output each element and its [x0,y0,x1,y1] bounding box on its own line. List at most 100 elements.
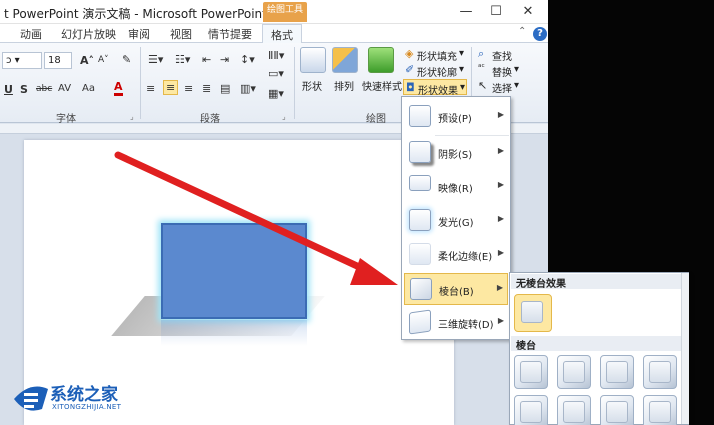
menu-item-shadow[interactable]: 阴影(S) ▶ [404,137,508,169]
help-icon[interactable]: ? [533,27,547,41]
select-icon[interactable]: ↖ [478,79,487,92]
bevel-icon [410,278,432,300]
tab-format[interactable]: 格式 [262,24,302,44]
tab-view[interactable]: 视图 [170,26,192,42]
numbering-icon[interactable]: ☷▾ [175,53,190,66]
increase-indent-icon[interactable]: ⇥ [220,53,229,66]
no-bevel-preview [521,301,543,323]
menu-item-label: 预设(P) [438,114,472,125]
tab-slideshow[interactable]: 幻灯片放映 [61,26,116,42]
logo-bar [24,399,38,402]
bevel-preview [520,401,542,423]
shapes-icon[interactable] [300,47,326,73]
bevel-option-relaxed-inset[interactable] [557,355,591,389]
align-text-icon[interactable]: ▭▾ [268,67,284,80]
shape-effects-menu: 预设(P) ▶ 阴影(S) ▶ 映像(R) ▶ 发光(G) ▶ 柔化边缘(E) … [401,96,511,340]
paragraph-dialog-launcher-icon[interactable]: ⌟ [282,112,286,121]
tab-storyboard[interactable]: 情节提要 [208,26,252,42]
bevel-option-slope[interactable] [643,395,677,425]
3d-rotation-icon [409,309,431,335]
selected-rectangle-shape[interactable] [161,223,307,319]
font-dialog-launcher-icon[interactable]: ⌟ [130,112,134,121]
ribbon-tabs: 动画 幻灯片放映 审阅 视图 情节提要 格式 [0,24,548,44]
bevel-option-circle[interactable] [514,355,548,389]
menu-item-glow[interactable]: 发光(G) ▶ [404,205,508,237]
shape-fill-icon[interactable]: ◈ [405,47,413,60]
quick-styles-label[interactable]: 快速样式 [362,78,402,93]
bevel-preview [606,401,628,423]
menu-item-3d-rotation[interactable]: 三维旋转(D) ▶ [404,307,508,339]
shape-outline-icon[interactable]: ✐ [405,63,414,76]
menu-item-label: 映像(R) [438,184,473,195]
bevel-option-soft-round[interactable] [557,395,591,425]
bevel-option-cool-slant[interactable] [643,355,677,389]
bevel-preview [606,361,628,383]
char-spacing-button[interactable]: AV [58,83,71,94]
glow-icon [409,209,431,231]
strikethrough-button[interactable]: abc [36,84,52,94]
justify-icon[interactable]: ≣ [202,82,211,95]
select-label[interactable]: 选择 [492,80,512,95]
shadow-icon [409,141,431,163]
bullets-icon[interactable]: ☰▾ [148,53,163,66]
arrange-icon[interactable] [332,47,358,73]
drawing-tools-context-tab[interactable]: 绘图工具 [263,2,307,22]
shape-outline-dropdown-icon[interactable]: ▾ [459,64,464,75]
soft-edges-icon [409,243,431,265]
menu-item-label: 发光(G) [438,218,474,229]
find-icon[interactable]: ⌕ [478,47,484,61]
bevel-gallery: 无棱台效果 棱台 [509,272,689,425]
maximize-button[interactable]: ☐ [484,3,508,21]
text-direction-icon[interactable]: ⅡⅡ▾ [268,49,284,62]
shape-fill-label[interactable]: 形状填充 [417,48,457,63]
close-button[interactable]: ✕ [516,3,540,21]
shape-effects-button[interactable]: ◘ 形状效果 ▾ [403,79,467,97]
no-bevel-option[interactable] [514,294,552,332]
menu-item-soft-edges[interactable]: 柔化边缘(E) ▶ [404,239,508,271]
shape-fill-dropdown-icon[interactable]: ▾ [459,48,464,59]
line-spacing-icon[interactable]: ↕▾ [240,53,255,66]
quick-styles-icon[interactable] [368,47,394,73]
replace-icon[interactable]: ᵃᶜ [478,63,485,73]
minimize-button[interactable]: — [454,3,478,21]
logo-bar [24,405,34,408]
grow-font-button[interactable]: A˄ [80,54,94,67]
tab-animations[interactable]: 动画 [20,26,42,42]
align-left-icon[interactable]: ≡ [146,82,155,95]
columns-icon[interactable]: ▥▾ [240,82,256,95]
arrange-label[interactable]: 排列 [334,78,354,93]
shadow-text-button[interactable]: S [20,83,28,96]
menu-item-label: 柔化边缘(E) [438,252,493,263]
replace-label[interactable]: 替换 [492,64,512,79]
reflection-icon [409,175,431,191]
ribbon-collapse-icon[interactable]: ⌃ [518,26,526,37]
shrink-font-button[interactable]: A˅ [98,55,109,65]
font-color-button[interactable]: A [114,81,123,96]
bevel-option-convex[interactable] [600,395,634,425]
shapes-label[interactable]: 形状 [302,78,322,93]
menu-item-label: 棱台(B) [439,287,474,298]
menu-item-bevel[interactable]: 棱台(B) ▶ [404,273,508,305]
menu-item-reflection[interactable]: 映像(R) ▶ [404,171,508,203]
clear-format-icon[interactable]: ✎ [122,53,131,66]
replace-dropdown-icon[interactable]: ▾ [514,64,519,75]
change-case-button[interactable]: Aa [82,83,95,94]
find-label[interactable]: 查找 [492,48,512,63]
tab-review[interactable]: 审阅 [128,26,150,42]
select-dropdown-icon[interactable]: ▾ [514,80,519,91]
align-right-icon[interactable]: ≡ [184,82,193,95]
menu-separator [435,135,509,136]
bevel-option-angle[interactable] [514,395,548,425]
font-name-box[interactable]: ɔ ▾ [2,52,42,69]
distribute-icon[interactable]: ▤ [220,82,230,95]
bevel-option-cross[interactable] [600,355,634,389]
underline-button[interactable]: U [4,83,13,96]
gallery-scrollbar[interactable] [681,273,689,424]
bevel-preview [520,361,542,383]
menu-item-preset[interactable]: 预设(P) ▶ [404,101,508,133]
decrease-indent-icon[interactable]: ⇤ [202,53,211,66]
shape-outline-label[interactable]: 形状轮廓 [417,64,457,79]
font-size-box[interactable]: 18 [44,52,72,69]
center-align-icon[interactable]: ≡ [163,80,179,95]
smartart-icon[interactable]: ▦▾ [268,87,284,100]
